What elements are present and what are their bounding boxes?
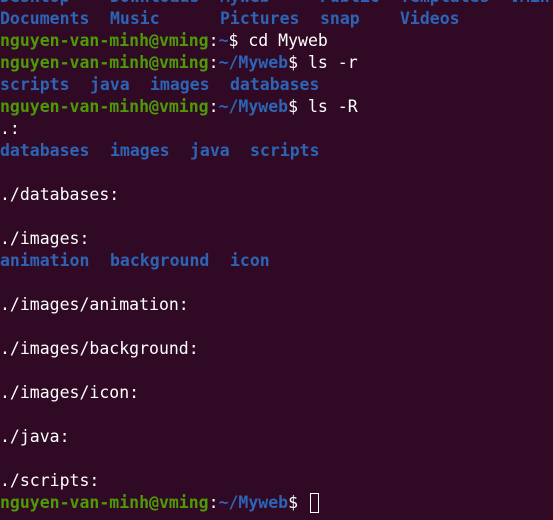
terminal-output[interactable]: Desktop Downloads Myweb Public Templates… — [0, 0, 553, 514]
prompt-separator: : — [208, 493, 219, 512]
dir-entry: VMin — [510, 0, 550, 8]
dir-entry: java — [90, 75, 130, 94]
prompt-path: ~/Myweb — [218, 493, 289, 512]
ls-r-output: scripts java images databases — [0, 74, 553, 96]
prompt-path: ~/Myweb — [218, 97, 289, 116]
prompt-path: ~ — [218, 31, 229, 50]
listing-header-animation: ./images/animation: — [0, 295, 189, 314]
prompt-symbol: $ — [288, 53, 308, 72]
command-text: ls -R — [307, 97, 358, 116]
home-listing-row-1: Desktop Downloads Myweb Public Templates… — [0, 0, 553, 8]
prompt-symbol: $ — [288, 493, 308, 512]
listing-header-background: ./images/background: — [0, 339, 199, 358]
prompt-symbol: $ — [288, 97, 308, 116]
prompt-user-host: nguyen-van-minh@vming — [0, 31, 209, 50]
listing-header-root: .: — [0, 119, 20, 138]
prompt-line: nguyen-van-minh@vming:~/Myweb$ ls -R — [0, 96, 553, 118]
dir-entry: Desktop — [0, 0, 70, 8]
prompt-line: nguyen-van-minh@vming:~/Myweb$ ls -r — [0, 52, 553, 74]
dir-entry: images — [110, 141, 170, 160]
listing-header-icon: ./images/icon: — [0, 383, 140, 402]
dir-entry: snap — [320, 9, 360, 28]
dir-entry: animation — [0, 251, 90, 270]
prompt-line: nguyen-van-minh@vming:~$ cd Myweb — [0, 30, 553, 52]
root-listing: databases images java scripts — [0, 140, 553, 162]
dir-entry: background — [110, 251, 210, 270]
dir-entry: Documents — [0, 9, 90, 28]
prompt-separator: : — [208, 97, 219, 116]
dir-entry: Music — [110, 9, 160, 28]
listing-header-databases: ./databases: — [0, 185, 120, 204]
prompt-symbol: $ — [228, 31, 249, 50]
dir-entry: scripts — [0, 75, 70, 94]
dir-entry: Downloads — [110, 0, 199, 8]
dir-entry: Pictures — [220, 9, 300, 28]
dir-entry: icon — [230, 251, 270, 270]
prompt-path: ~/Myweb — [218, 53, 289, 72]
prompt-separator: : — [208, 53, 219, 72]
prompt-user-host: nguyen-van-minh@vming — [0, 97, 209, 116]
dir-entry: Templates — [400, 0, 489, 8]
command-text: cd Myweb — [248, 31, 328, 50]
dir-entry: Public — [320, 0, 380, 8]
prompt-separator: : — [208, 31, 219, 50]
prompt-user-host: nguyen-van-minh@vming — [0, 493, 209, 512]
dir-entry: java — [190, 141, 230, 160]
command-text: ls -r — [307, 53, 358, 72]
images-listing: animation background icon — [0, 250, 553, 272]
listing-header-images: ./images: — [0, 229, 90, 248]
text-cursor[interactable] — [309, 493, 319, 513]
dir-entry: images — [150, 75, 210, 94]
listing-header-scripts: ./scripts: — [0, 471, 100, 490]
dir-entry: Myweb — [220, 0, 270, 8]
dir-entry: scripts — [250, 141, 320, 160]
prompt-user-host: nguyen-van-minh@vming — [0, 53, 209, 72]
dir-entry: Videos — [400, 9, 460, 28]
current-prompt-line[interactable]: nguyen-van-minh@vming:~/Myweb$ — [0, 492, 553, 514]
home-listing-row-2: Documents Music Pictures snap Videos — [0, 8, 553, 30]
dir-entry: databases — [230, 75, 320, 94]
listing-header-java: ./java: — [0, 427, 70, 446]
dir-entry: databases — [0, 141, 90, 160]
